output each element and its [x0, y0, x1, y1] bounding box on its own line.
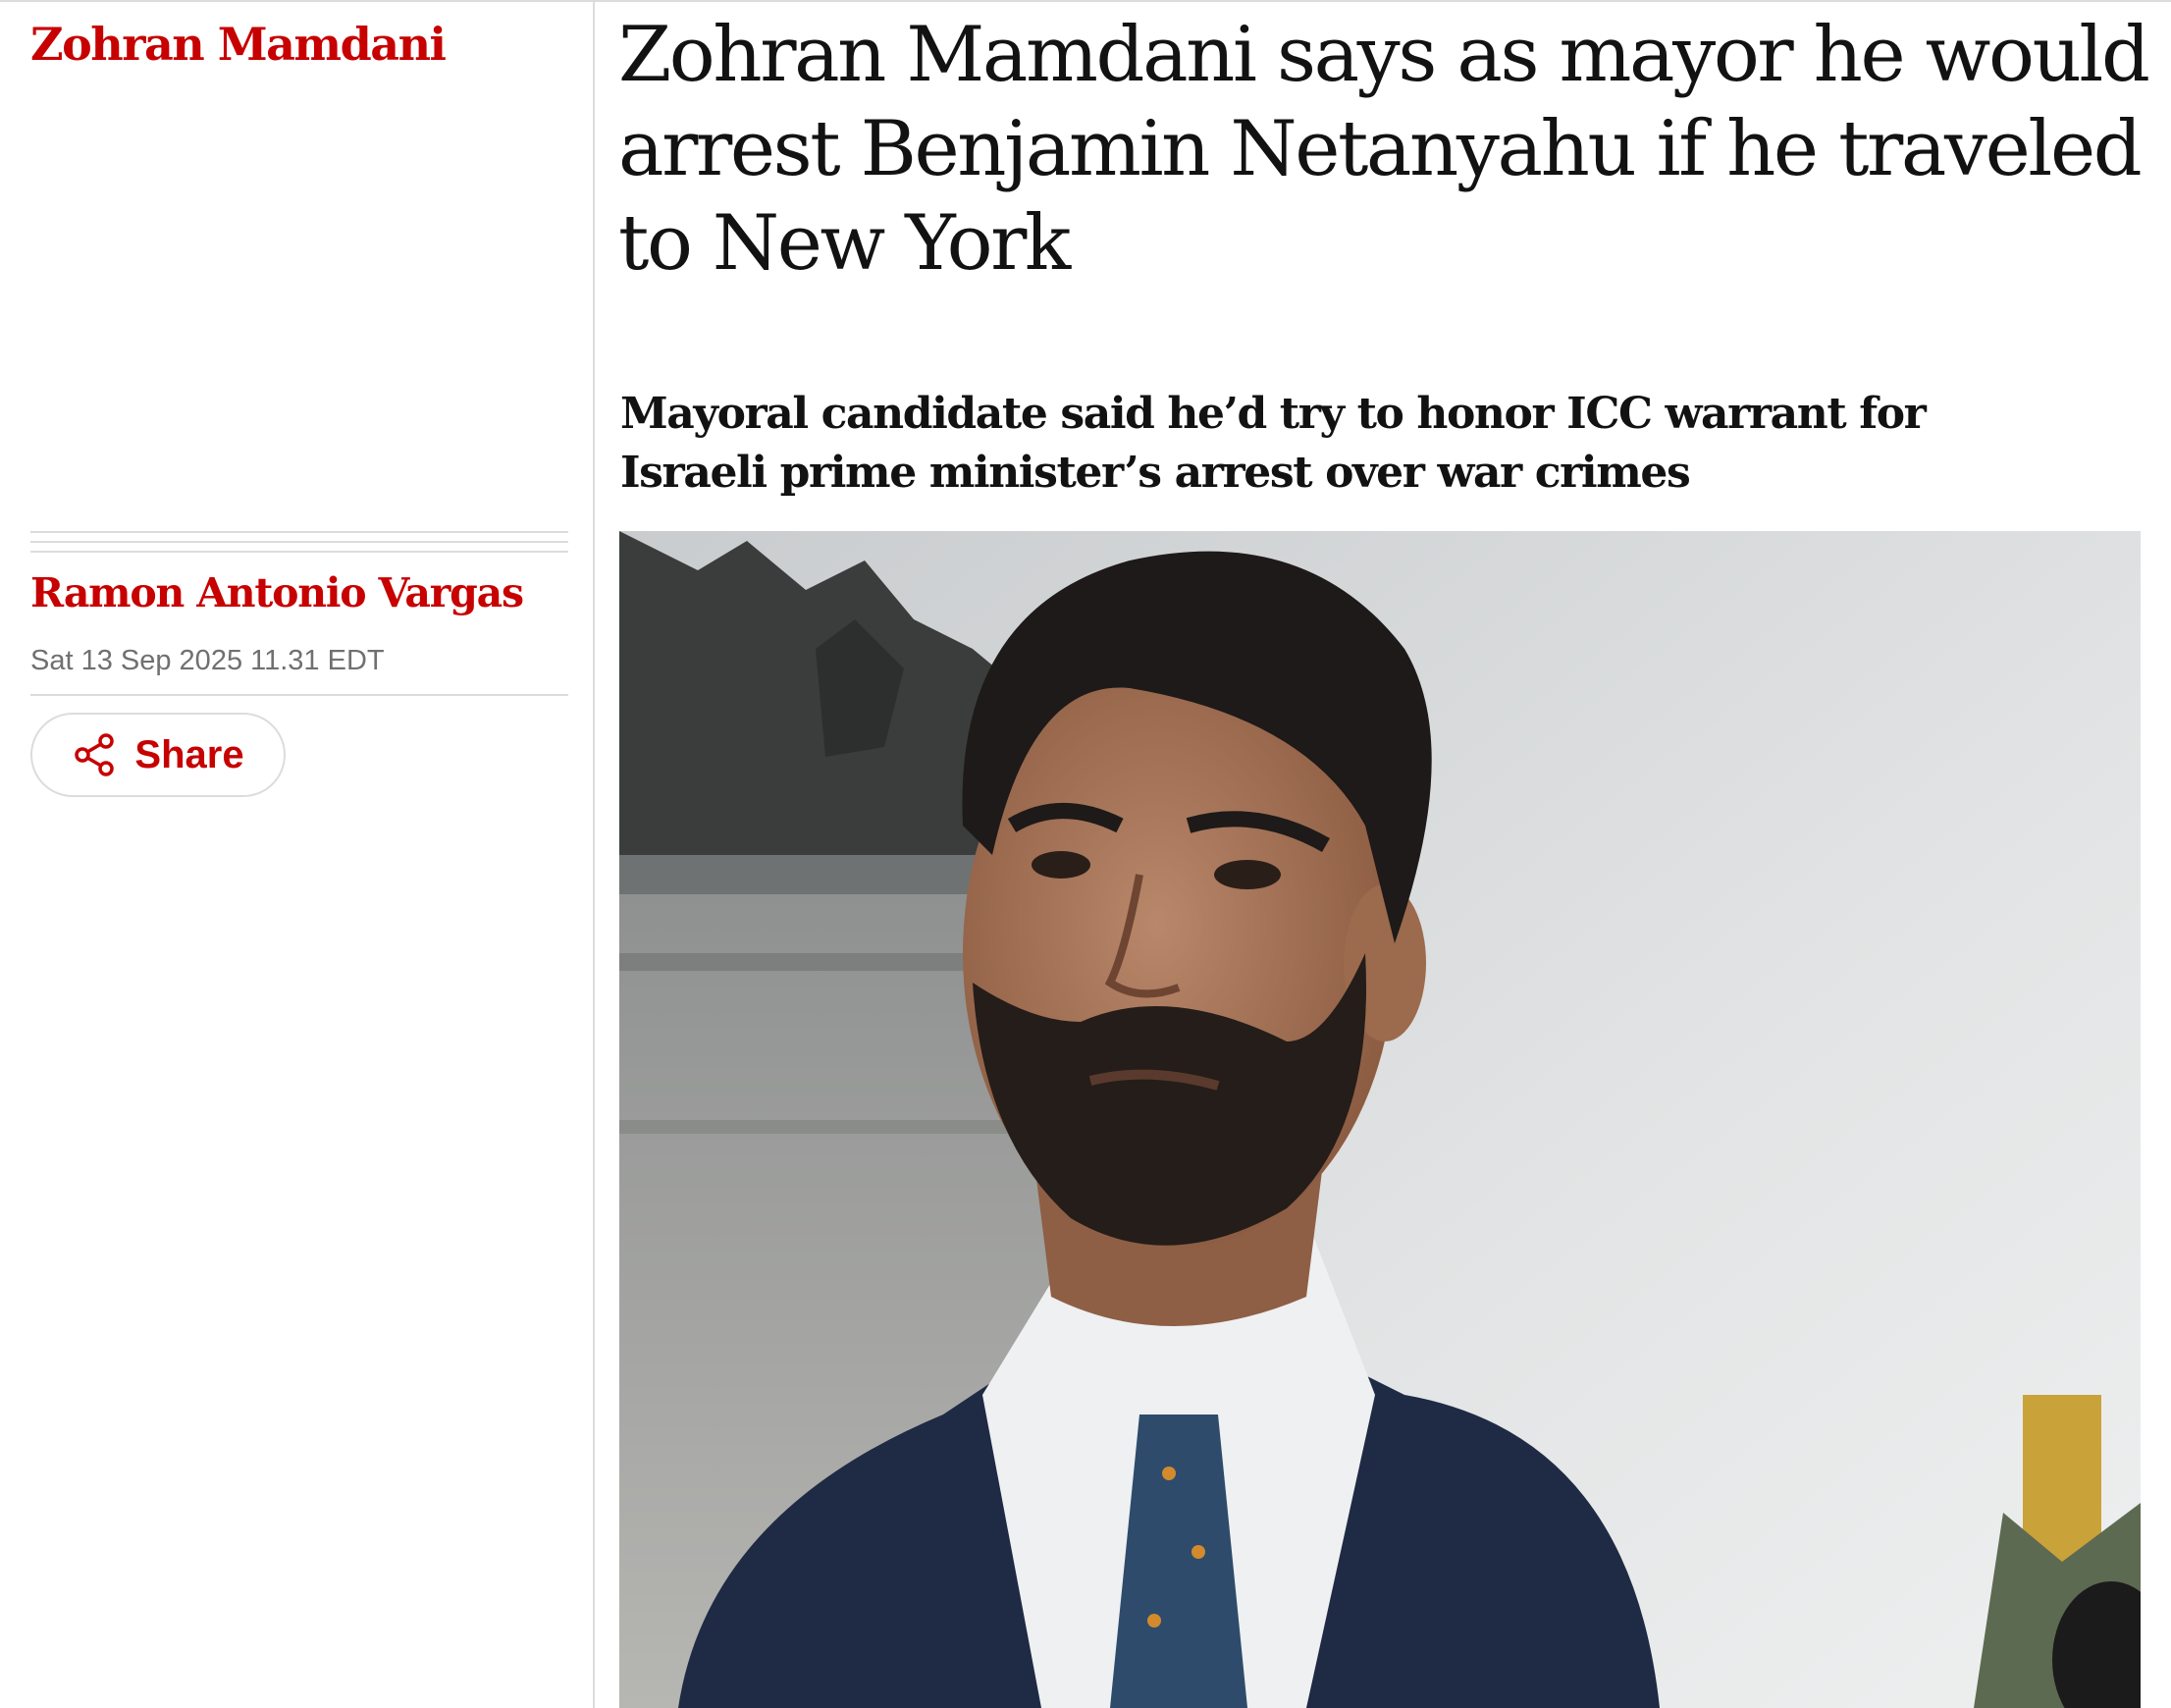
article-headline: Zohran Mamdani says as mayor he would ar… — [618, 11, 2150, 288]
share-button[interactable]: Share — [30, 713, 286, 797]
main-media-photo — [619, 531, 2141, 1708]
author-byline-link[interactable]: Ramon Antonio Vargas — [30, 569, 524, 616]
series-tag-link[interactable]: Zohran Mamdani — [30, 18, 447, 71]
article-standfirst: Mayoral candidate said he’d try to honor… — [620, 389, 1927, 498]
article-meta-column: Zohran Mamdani Ramon Antonio Vargas Sat … — [0, 0, 594, 1708]
publication-date: Sat 13 Sep 2025 11.31 EDT — [30, 645, 385, 676]
article-page: Zohran Mamdani Ramon Antonio Vargas Sat … — [0, 0, 2171, 1708]
column-divider — [593, 0, 595, 1708]
share-icon — [72, 732, 117, 777]
meta-divider — [30, 694, 568, 696]
share-button-label: Share — [134, 732, 244, 776]
byline-divider — [30, 531, 568, 560]
